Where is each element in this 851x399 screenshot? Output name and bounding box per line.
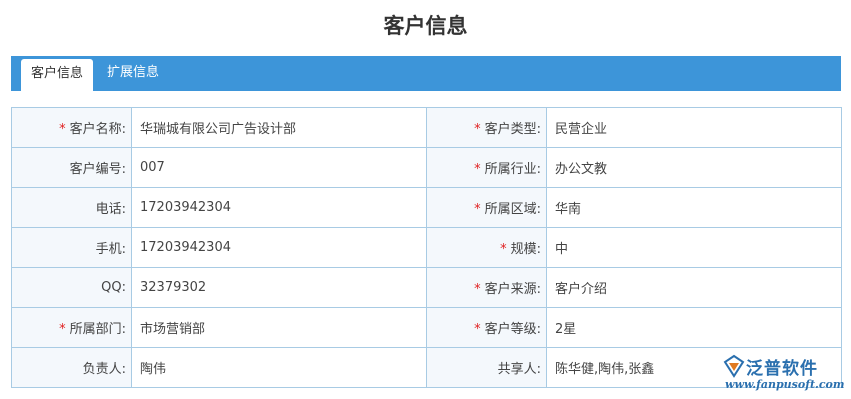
right-field-label-cell: * 所属区域:: [426, 187, 547, 228]
field-value: 2星: [546, 307, 842, 348]
required-mark: *: [474, 162, 481, 177]
required-mark: *: [474, 282, 481, 297]
field-value: 32379302: [131, 267, 427, 308]
field-value: 中: [546, 227, 842, 268]
table-row: 客户编号: 007 * 所属行业: 办公文教: [11, 147, 842, 188]
field-value: 华瑞城有限公司广告设计部: [131, 107, 427, 148]
field-value: 007: [131, 147, 427, 188]
required-mark: *: [59, 122, 66, 137]
required-mark: *: [500, 242, 507, 257]
field-label: 客户名称:: [69, 122, 126, 137]
left-field-label-cell: * 客户名称:: [11, 107, 132, 148]
required-mark: *: [474, 122, 481, 137]
field-label: 共享人:: [497, 362, 541, 377]
left-field-label-cell: 客户编号:: [11, 147, 132, 188]
right-field-label-cell: * 所属行业:: [426, 147, 547, 188]
field-value: 华南: [546, 187, 842, 228]
field-value: 客户介绍: [546, 267, 842, 308]
table-row: 手机: 17203942304 * 规模: 中: [11, 227, 842, 268]
field-label: 手机:: [95, 242, 126, 257]
required-mark: *: [474, 202, 481, 217]
brand-logo: 泛普软件 www.fanpusoft.com: [722, 352, 845, 392]
field-value: 民营企业: [546, 107, 842, 148]
required-mark: *: [474, 322, 481, 337]
field-value: 17203942304: [131, 227, 427, 268]
field-label: 客户来源:: [484, 282, 541, 297]
page-title: 客户信息: [383, 14, 468, 38]
table-row: 电话: 17203942304 * 所属区域: 华南: [11, 187, 842, 228]
tab-customer-info[interactable]: 客户信息: [21, 59, 93, 91]
table-row: * 客户名称: 华瑞城有限公司广告设计部 * 客户类型: 民营企业: [11, 107, 842, 148]
field-value: 17203942304: [131, 187, 427, 228]
field-label: 规模:: [510, 242, 541, 257]
field-value: 办公文教: [546, 147, 842, 188]
left-field-label-cell: 电话:: [11, 187, 132, 228]
right-field-label-cell: * 客户等级:: [426, 307, 547, 348]
left-field-label-cell: 手机:: [11, 227, 132, 268]
customer-info-table: * 客户名称: 华瑞城有限公司广告设计部 * 客户类型: 民营企业 客户编号: 007 * 所属行…: [11, 107, 842, 388]
required-mark: *: [59, 322, 66, 337]
logo-url-text: www.fanpusoft.com: [725, 378, 845, 391]
right-field-label-cell: 共享人:: [426, 347, 547, 388]
left-field-label-cell: QQ:: [11, 267, 132, 308]
field-value: 陶伟: [131, 347, 427, 388]
tab-extended-info[interactable]: 扩展信息: [107, 56, 159, 91]
right-field-label-cell: * 规模:: [426, 227, 547, 268]
logo-brand-text: 泛普软件: [746, 359, 818, 379]
logo-mark-icon: [723, 354, 745, 378]
field-value: 市场营销部: [131, 307, 427, 348]
left-field-label-cell: 负责人:: [11, 347, 132, 388]
field-label: 客户类型:: [484, 122, 541, 137]
table-row: 负责人: 陶伟 共享人: 陈华健,陶伟,张鑫: [11, 347, 842, 388]
field-label: 负责人:: [82, 362, 126, 377]
tab-bar: 客户信息 扩展信息: [11, 56, 841, 91]
field-label: 所属区域:: [484, 202, 541, 217]
field-label: 电话:: [95, 202, 126, 217]
field-label: QQ:: [101, 280, 126, 295]
field-label: 所属行业:: [484, 162, 541, 177]
table-row: QQ: 32379302 * 客户来源: 客户介绍: [11, 267, 842, 308]
right-field-label-cell: * 客户来源:: [426, 267, 547, 308]
field-label: 所属部门:: [69, 322, 126, 337]
right-field-label-cell: * 客户类型:: [426, 107, 547, 148]
left-field-label-cell: * 所属部门:: [11, 307, 132, 348]
field-label: 客户等级:: [484, 322, 541, 337]
table-row: * 所属部门: 市场营销部 * 客户等级: 2星: [11, 307, 842, 348]
field-label: 客户编号:: [69, 162, 126, 177]
